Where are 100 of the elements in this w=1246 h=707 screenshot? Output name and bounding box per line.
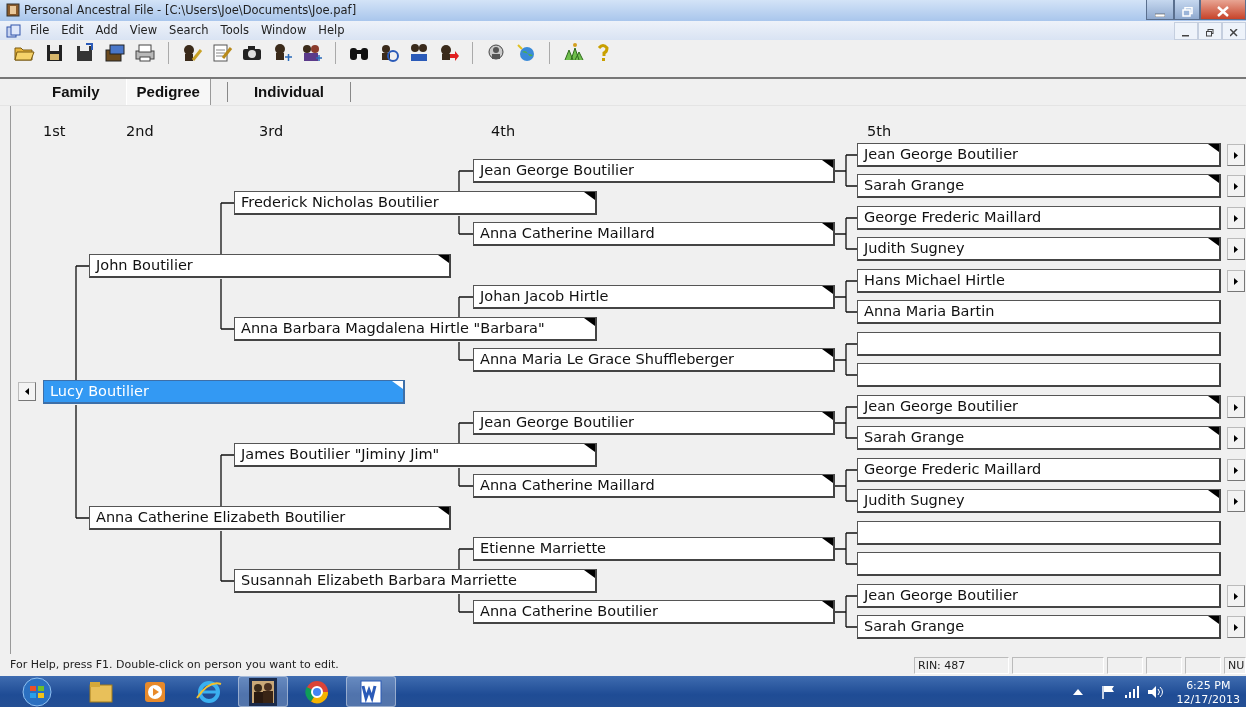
person-box[interactable]: James Boutilier "Jiminy Jim" — [234, 443, 597, 467]
flag-icon[interactable] — [1100, 684, 1117, 699]
status-panel — [1146, 656, 1182, 674]
person-box[interactable]: Sarah Grange — [857, 426, 1221, 450]
child-nav-button[interactable] — [18, 382, 36, 401]
tree-chart-icon[interactable] — [562, 42, 584, 63]
start-button[interactable] — [20, 676, 54, 707]
person-box[interactable]: Etienne Marriette — [473, 537, 835, 561]
word-icon[interactable] — [357, 677, 385, 706]
people-list-icon[interactable] — [408, 42, 430, 63]
expand-button[interactable] — [1227, 585, 1245, 607]
portrait-icon[interactable] — [485, 42, 507, 63]
expand-button[interactable] — [1227, 616, 1245, 638]
person-box[interactable]: Susannah Elizabeth Barbara Marriette — [234, 569, 597, 593]
close-icon — [1230, 28, 1238, 37]
view-tab[interactable]: Pedigree — [125, 78, 211, 106]
expand-button[interactable] — [1227, 238, 1245, 260]
person-box[interactable]: Anna Catherine Maillard — [473, 474, 835, 498]
person-box[interactable]: Sarah Grange — [857, 174, 1221, 198]
person-box[interactable]: Anna Maria Le Grace Shuffleberger — [473, 348, 835, 372]
notepad-icon[interactable] — [211, 42, 233, 63]
person-box[interactable]: Judith Sugney — [857, 237, 1221, 261]
speaker-icon[interactable] — [1146, 684, 1163, 699]
person-arrow-icon[interactable] — [438, 42, 460, 63]
person-edit-icon[interactable] — [181, 42, 203, 63]
person-name: Johan Jacob Hirtle — [480, 288, 609, 304]
tree-connector — [834, 154, 858, 187]
menu-item[interactable]: Search — [163, 21, 215, 40]
menu-item[interactable]: Window — [254, 21, 313, 40]
restore-button[interactable] — [1174, 0, 1200, 20]
minimize-icon — [1155, 10, 1165, 17]
person-box[interactable]: Sarah Grange — [857, 615, 1221, 639]
right-arrow-icon — [1234, 214, 1238, 222]
menu-item[interactable]: View — [123, 21, 164, 40]
add-couple-icon[interactable] — [301, 42, 323, 63]
person-box[interactable]: Anna Maria Bartin — [857, 300, 1221, 324]
generation-heading: 5th — [867, 122, 892, 141]
close-icon — [1217, 6, 1229, 17]
menu-item[interactable]: File — [24, 21, 56, 40]
menu-item[interactable]: Help — [312, 21, 351, 40]
restore-icon — [1206, 28, 1214, 37]
mdi-close-button[interactable] — [1222, 21, 1246, 40]
empty-person-box[interactable] — [857, 363, 1221, 387]
printer-icon[interactable] — [134, 42, 156, 63]
signal-icon[interactable] — [1124, 685, 1139, 698]
document-icon[interactable] — [6, 23, 21, 38]
person-name: Anna Catherine Maillard — [480, 477, 655, 493]
person-box[interactable]: Anna Barbara Magdalena Hirtle "Barbara" — [234, 317, 597, 341]
minimize-button[interactable] — [1146, 0, 1174, 20]
clock-date[interactable]: 12/17/2013 — [1176, 692, 1240, 707]
person-box[interactable]: George Frederic Maillard — [857, 206, 1221, 230]
expand-button[interactable] — [1227, 144, 1245, 166]
menu-item[interactable]: Tools — [214, 21, 255, 40]
floppy-disk-icon[interactable] — [74, 42, 96, 63]
expand-button[interactable] — [1227, 175, 1245, 197]
empty-person-box[interactable] — [857, 521, 1221, 545]
tree-connector — [834, 280, 858, 313]
person-box[interactable]: Johan Jacob Hirtle — [473, 285, 835, 309]
close-button[interactable] — [1200, 0, 1246, 20]
empty-person-box[interactable] — [857, 552, 1221, 576]
backup-drive-icon[interactable] — [104, 42, 126, 63]
person-box[interactable]: Jean George Boutilier — [857, 395, 1221, 419]
right-arrow-icon — [1234, 151, 1238, 159]
show-hidden-icons-icon[interactable] — [1072, 688, 1083, 695]
empty-person-box[interactable] — [857, 332, 1221, 356]
person-box[interactable]: Anna Catherine Boutilier — [473, 600, 835, 624]
expand-button[interactable] — [1227, 459, 1245, 481]
person-name: Anna Barbara Magdalena Hirtle "Barbara" — [241, 320, 545, 336]
expand-button[interactable] — [1227, 490, 1245, 512]
person-name: George Frederic Maillard — [864, 461, 1042, 477]
expand-button[interactable] — [1227, 427, 1245, 449]
right-arrow-icon — [1234, 466, 1238, 474]
expand-button[interactable] — [1227, 270, 1245, 292]
clock-time[interactable]: 6:25 PM — [1176, 678, 1240, 693]
menu-item[interactable]: Edit — [55, 21, 90, 40]
menu-item[interactable]: Add — [89, 21, 124, 40]
person-box[interactable]: Jean George Boutilier — [473, 411, 835, 435]
person-name: Jean George Boutilier — [480, 162, 634, 178]
generation-heading: 1st — [43, 122, 66, 141]
view-tab[interactable]: Individual — [243, 78, 334, 106]
view-tab[interactable]: Family — [42, 78, 110, 106]
person-box[interactable]: Judith Sugney — [857, 489, 1221, 513]
person-box[interactable]: Frederick Nicholas Boutilier — [234, 191, 597, 215]
person-box[interactable]: Anna Catherine Maillard — [473, 222, 835, 246]
expand-button[interactable] — [1227, 207, 1245, 229]
person-name: Frederick Nicholas Boutilier — [241, 194, 439, 210]
right-arrow-icon — [1234, 182, 1238, 190]
person-box[interactable]: Anna Catherine Elizabeth Boutilier — [89, 506, 451, 530]
globe-icon[interactable] — [515, 42, 537, 63]
person-box[interactable]: Hans Michael Hirtle — [857, 269, 1221, 293]
person-name: Sarah Grange — [864, 429, 965, 445]
person-box[interactable]: Jean George Boutilier — [473, 159, 835, 183]
person-box[interactable]: George Frederic Maillard — [857, 458, 1221, 482]
expand-button[interactable] — [1227, 396, 1245, 418]
mdi-restore-button[interactable] — [1198, 21, 1222, 40]
person-name: Judith Sugney — [864, 240, 965, 256]
right-arrow-icon — [1234, 403, 1238, 411]
person-box[interactable]: Jean George Boutilier — [857, 143, 1221, 167]
person-box[interactable]: John Boutilier — [89, 254, 451, 278]
person-box[interactable]: Jean George Boutilier — [857, 584, 1221, 608]
